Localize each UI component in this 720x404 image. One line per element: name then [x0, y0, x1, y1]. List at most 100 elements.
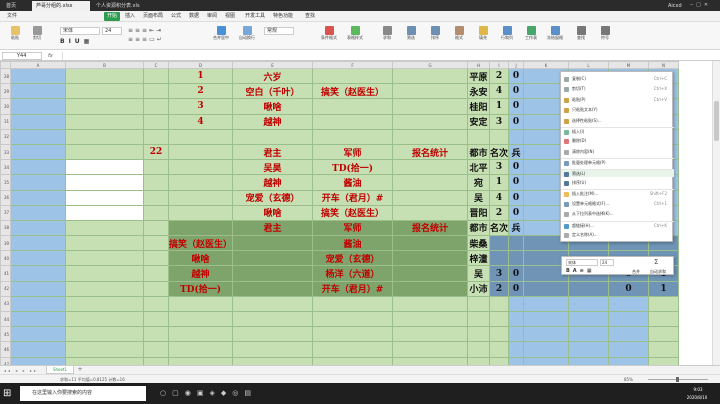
cell[interactable] — [648, 310, 680, 328]
cell[interactable] — [523, 341, 570, 358]
cell[interactable] — [392, 174, 469, 191]
taskbar-search-input[interactable]: 在这里输入你要搜索的内容 — [20, 386, 146, 401]
context-menu-item[interactable]: 从下拉列表中选择(K)... — [561, 210, 674, 218]
cell[interactable]: 六岁 — [232, 67, 314, 85]
cell[interactable] — [10, 280, 66, 297]
cell[interactable] — [392, 356, 469, 365]
context-menu-item[interactable]: 删除(D) — [561, 137, 674, 145]
cell[interactable] — [10, 174, 66, 191]
cell[interactable]: 宠爱（玄德） — [312, 250, 394, 267]
cell[interactable] — [65, 83, 144, 100]
cell[interactable]: 0 — [508, 189, 525, 206]
context-menu-item[interactable]: 批量处理单元格(P) — [561, 158, 674, 167]
cell[interactable] — [10, 356, 66, 365]
cell[interactable] — [143, 204, 169, 221]
cell[interactable]: 君主 — [232, 219, 314, 237]
cell[interactable]: 宠爱（玄德） — [232, 189, 314, 206]
cell[interactable] — [523, 280, 570, 297]
cell[interactable] — [489, 250, 510, 267]
column-header[interactable]: J — [508, 61, 525, 69]
context-menu-item[interactable]: 粘贴(P) Ctrl+V — [561, 96, 674, 104]
cell[interactable]: 军师 — [312, 143, 394, 161]
cell[interactable] — [167, 356, 234, 365]
cell[interactable] — [167, 341, 234, 358]
cell[interactable]: 越神 — [167, 265, 234, 282]
context-menu-item[interactable]: 设置单元格格式(F)... Ctrl+1 — [561, 200, 674, 208]
cell[interactable] — [167, 204, 234, 221]
cell[interactable] — [508, 128, 525, 145]
cell[interactable] — [10, 341, 66, 358]
cell[interactable]: 兵 — [508, 143, 525, 161]
cell[interactable]: 3 — [167, 98, 234, 115]
menu-special[interactable]: 特色功能 — [270, 12, 296, 21]
merge-center-button[interactable]: 合并居中 — [210, 25, 232, 48]
cell[interactable] — [508, 356, 525, 365]
cell[interactable]: 开车（君月）# — [312, 280, 394, 297]
file-tab[interactable]: 个人资源积分表.xls — [92, 1, 162, 11]
cell[interactable] — [568, 280, 610, 297]
cell[interactable] — [10, 295, 66, 313]
column-header[interactable]: C — [143, 61, 169, 69]
cell[interactable] — [392, 250, 469, 267]
cell[interactable]: 吴 — [467, 189, 491, 206]
cell[interactable] — [608, 356, 650, 365]
mini-autosum-button[interactable]: 自动求和 — [650, 268, 674, 275]
cell[interactable] — [65, 189, 144, 206]
cell[interactable] — [143, 219, 169, 237]
cell[interactable] — [10, 204, 66, 221]
cell[interactable]: 平原 — [467, 67, 491, 85]
cell[interactable] — [10, 235, 66, 252]
align-buttons[interactable]: ≡≡≡⇤⇥ ≡≡≡▭↵ — [128, 26, 198, 46]
cell[interactable] — [167, 143, 234, 161]
cell[interactable]: 宛 — [467, 174, 491, 191]
context-menu-item[interactable]: 插入(I) — [561, 127, 674, 135]
cell[interactable] — [648, 326, 680, 343]
conditional-format-button[interactable]: 条件格式 — [318, 25, 340, 48]
cell[interactable] — [143, 83, 169, 100]
windows-start-icon[interactable]: ⊞ — [3, 388, 14, 399]
select-all-corner[interactable] — [0, 61, 11, 69]
rows-columns-button[interactable]: 行和列 — [496, 25, 518, 48]
cell[interactable] — [10, 310, 66, 328]
find-button[interactable]: 查找 — [570, 25, 592, 48]
cell[interactable]: 君主 — [232, 143, 314, 161]
mini-font-select[interactable]: 宋体 — [566, 259, 598, 266]
cell[interactable] — [232, 250, 314, 267]
context-menu-item[interactable]: 清除内容(N) — [561, 148, 674, 156]
cell[interactable] — [312, 113, 394, 130]
cell[interactable] — [65, 128, 144, 145]
cell[interactable] — [143, 113, 169, 130]
context-menu-item[interactable]: 剪切(T) Ctrl+X — [561, 85, 674, 93]
cell[interactable] — [523, 326, 570, 343]
freeze-panes-button[interactable]: 冻结窗格 — [544, 25, 566, 48]
cell[interactable]: 0 — [508, 159, 525, 176]
cell[interactable] — [648, 341, 680, 358]
cell[interactable] — [10, 219, 66, 237]
cell[interactable]: 酱油 — [312, 174, 394, 191]
cell[interactable] — [508, 295, 525, 313]
cell[interactable]: 2 — [167, 83, 234, 100]
row-header[interactable]: 29 — [0, 83, 11, 100]
cell[interactable] — [232, 326, 314, 343]
context-menu-item[interactable]: 排序(U) — [561, 179, 674, 187]
cell[interactable] — [65, 113, 144, 130]
column-header[interactable]: G — [392, 61, 469, 69]
cell[interactable] — [392, 128, 469, 145]
cell[interactable] — [608, 310, 650, 328]
menu-insert[interactable]: 插入 — [122, 12, 138, 21]
fill-button[interactable]: 填充 — [472, 25, 494, 48]
cell[interactable] — [489, 356, 510, 365]
row-header[interactable]: 38 — [0, 219, 11, 237]
cell[interactable] — [10, 159, 66, 176]
cell[interactable] — [65, 235, 144, 252]
cell[interactable]: 0 — [508, 280, 525, 297]
cell[interactable] — [568, 310, 610, 328]
column-header[interactable]: E — [232, 61, 314, 69]
sort-button[interactable]: 排序 — [424, 25, 446, 48]
cell[interactable] — [312, 341, 394, 358]
formula-input[interactable] — [62, 52, 702, 60]
mini-size-select[interactable]: 24 — [600, 259, 614, 266]
cell[interactable]: 名次 — [489, 143, 510, 161]
column-header[interactable]: D — [167, 61, 234, 69]
paste-button[interactable]: 粘贴 — [4, 25, 26, 48]
